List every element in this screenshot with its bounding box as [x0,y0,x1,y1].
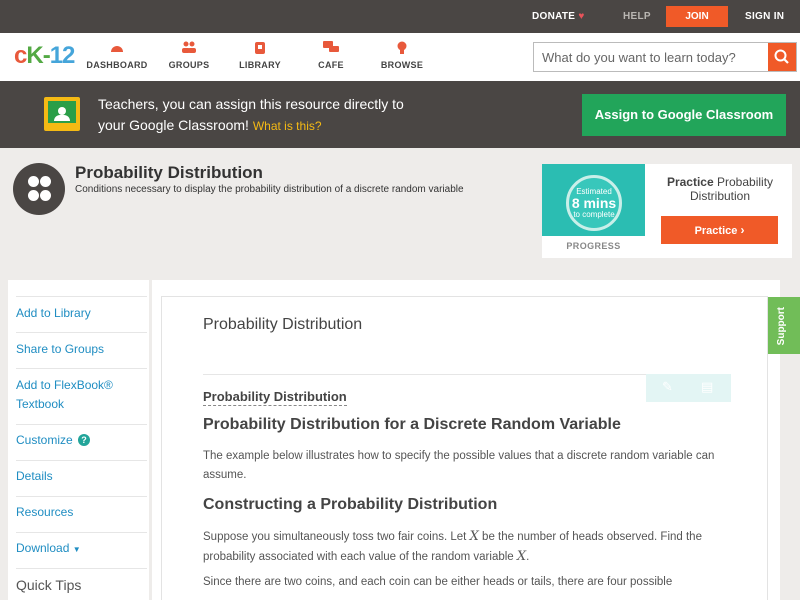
sidebar-item-download[interactable]: Download ▼ [16,539,140,559]
sidebar-item-resources[interactable]: Resources [16,503,140,522]
help-link[interactable]: HELP [623,11,651,22]
sidebar-item-add-to-flexbook[interactable]: Add to FlexBook® Textbook [16,376,140,414]
section-heading-1: Probability Distribution for a Discrete … [203,416,621,433]
section-heading-2: Constructing a Probability Distribution [203,496,498,513]
nav-browse[interactable]: BROWSE [367,41,437,70]
assign-to-google-classroom-button[interactable]: Assign to Google Classroom [582,94,786,136]
page-subtitle: Conditions necessary to display the prob… [75,184,464,195]
content-title: Probability Distribution [203,316,363,333]
search-box [533,42,797,72]
search-input[interactable] [534,43,768,71]
sidebar-item-customize[interactable]: Customize ? [16,431,140,450]
sidebar-item-share-to-groups[interactable]: Share to Groups [16,340,140,359]
banner-text: Teachers, you can assign this resource d… [98,96,404,133]
sidebar: Add to Library Share to Groups Add to Fl… [8,280,149,600]
google-classroom-banner: Teachers, you can assign this resource d… [0,81,800,148]
lightbulb-icon [367,41,437,57]
top-utility-bar: DONATE ♥ HELP JOIN SIGN IN [0,0,800,33]
notes-icon[interactable]: ▤ [701,379,713,395]
chevron-right-icon: › [740,223,745,237]
pencil-icon[interactable]: ✎ [662,379,673,395]
support-tab[interactable]: Support [768,297,800,354]
section-subhead: Probability Distribution [203,389,347,406]
progress-label: PROGRESS [566,241,621,251]
content-toolbar: ✎ ▤ [646,374,731,402]
google-classroom-icon [44,97,80,131]
concept-icon [13,163,65,215]
donate-link[interactable]: DONATE ♥ [532,11,585,22]
search-icon [774,49,789,64]
help-icon[interactable]: ? [78,434,91,446]
practice-card: Estimated 8 mins to complete PROGRESS Pr… [542,164,792,258]
nav-dashboard[interactable]: DASHBOARD [82,41,152,70]
nav-cafe[interactable]: CAFE [296,41,366,70]
nav-library[interactable]: LIBRARY [225,41,295,70]
what-is-this-link[interactable]: What is this? [253,119,322,133]
sidebar-item-details[interactable]: Details [16,467,140,486]
ck12-logo[interactable]: cK-12 [14,42,75,70]
nav-groups[interactable]: GROUPS [154,41,224,70]
search-button[interactable] [768,43,796,71]
progress-tile: Estimated 8 mins to complete [542,164,645,236]
caret-down-icon: ▼ [72,545,81,554]
quick-tips-heading[interactable]: Quick Tips [16,577,81,593]
lesson-content: Probability Distribution ✎ ▤ Probability… [161,296,768,600]
paragraph-1: The example below illustrates how to spe… [203,450,715,481]
sidebar-item-add-to-library[interactable]: Add to Library [16,304,140,323]
estimated-time-badge: Estimated 8 mins to complete [566,175,622,231]
practice-title: Practice Probability Distribution [666,175,774,203]
page-title: Probability Distribution [75,163,263,182]
sign-in-link[interactable]: SIGN IN [745,11,784,22]
groups-icon [154,41,224,57]
paragraph-3: Since there are two coins, and each coin… [203,576,673,588]
join-button[interactable]: JOIN [666,6,728,27]
practice-button[interactable]: Practice › [661,216,778,244]
chat-icon [296,41,366,57]
library-icon [225,41,295,57]
paragraph-2: Suppose you simultaneously toss two fair… [203,529,702,564]
dashboard-icon [82,41,152,57]
heart-icon: ♥ [578,11,585,22]
